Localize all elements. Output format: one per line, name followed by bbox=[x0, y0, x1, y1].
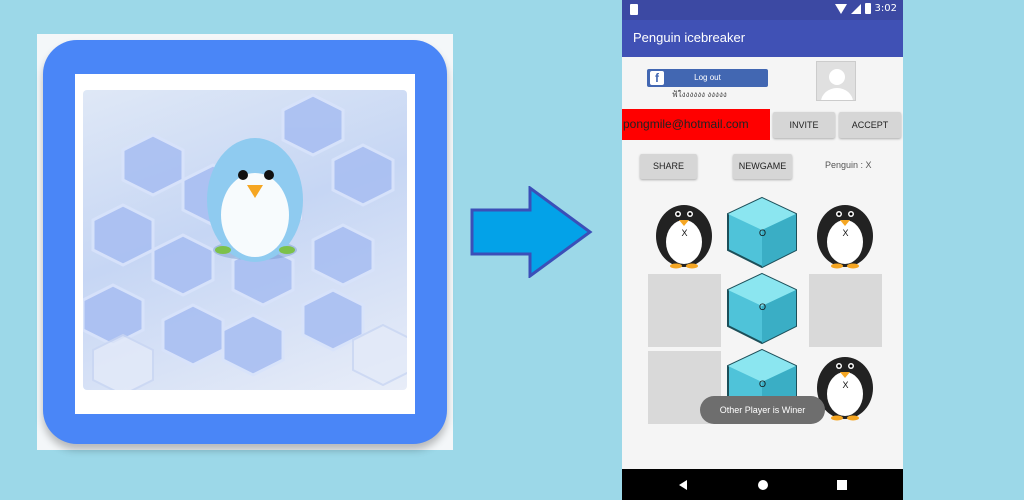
invite-button[interactable]: INVITE bbox=[773, 112, 835, 138]
share-button[interactable]: SHARE bbox=[640, 154, 697, 179]
ice-tiles-illustration bbox=[83, 93, 407, 390]
battery-icon bbox=[864, 3, 871, 14]
facebook-logout-label: Log out bbox=[694, 73, 721, 82]
cell-mark: O bbox=[758, 228, 766, 238]
cell-mark: O bbox=[758, 302, 766, 312]
navigation-bar bbox=[622, 469, 903, 500]
app-icon-card bbox=[37, 34, 453, 450]
wifi-icon bbox=[834, 3, 847, 14]
board-cell-2[interactable]: X bbox=[809, 196, 882, 269]
avatar-placeholder-icon bbox=[821, 69, 853, 100]
cell-mark: X bbox=[842, 380, 849, 390]
avatar bbox=[816, 61, 856, 101]
board-cell-4[interactable]: O bbox=[726, 272, 799, 345]
app-title: Penguin icebreaker bbox=[633, 30, 746, 45]
arrow-right-icon bbox=[470, 186, 593, 278]
app-icon-frame bbox=[43, 40, 447, 444]
sd-card-icon bbox=[630, 4, 638, 15]
home-icon[interactable] bbox=[758, 480, 768, 490]
app-icon-photo-frame bbox=[75, 74, 415, 414]
facebook-logout-button[interactable]: f Log out bbox=[647, 69, 768, 87]
board-cell-3[interactable] bbox=[648, 274, 721, 347]
newgame-button[interactable]: NEWGAME bbox=[733, 154, 792, 179]
phone-screen: 3:02 Penguin icebreaker f Log out ฟ้ใงงง… bbox=[622, 0, 903, 500]
status-time: 3:02 bbox=[874, 3, 897, 14]
board-cell-1[interactable]: O bbox=[726, 196, 799, 269]
cell-mark: X bbox=[681, 228, 688, 238]
cell-mark: X bbox=[842, 228, 849, 238]
email-field[interactable]: pongmile@hotmail.com bbox=[622, 109, 770, 140]
toast-message: Other Player is Winer bbox=[700, 396, 825, 424]
board-cell-0[interactable]: X bbox=[648, 196, 721, 269]
back-icon[interactable] bbox=[679, 480, 687, 490]
accept-button[interactable]: ACCEPT bbox=[839, 112, 901, 138]
signal-icon bbox=[850, 3, 861, 14]
recent-apps-icon[interactable] bbox=[837, 480, 847, 490]
penguin-game-photo bbox=[83, 90, 407, 390]
cell-mark: O bbox=[758, 379, 766, 389]
facebook-user-name: ฟ้ใงงงงงง งงงงง bbox=[672, 90, 727, 99]
board-cell-5[interactable] bbox=[809, 274, 882, 347]
turn-label: Penguin : X bbox=[825, 160, 872, 170]
status-bar: 3:02 bbox=[622, 0, 903, 20]
app-bar: Penguin icebreaker bbox=[622, 20, 903, 57]
